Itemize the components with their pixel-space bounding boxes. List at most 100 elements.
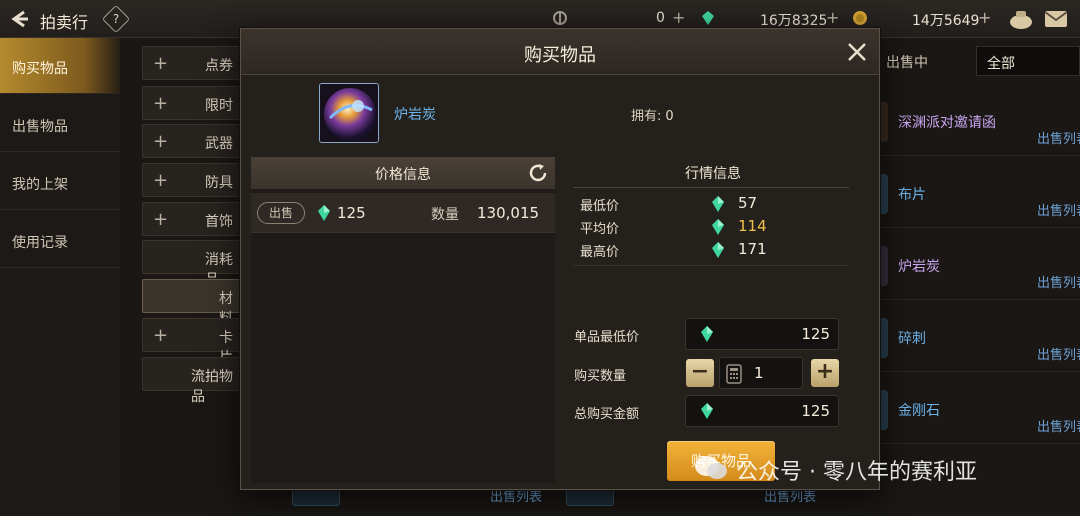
increase-quantity-button[interactable]: + (811, 359, 839, 387)
decrease-quantity-button[interactable]: − (686, 359, 714, 387)
sidebar: 购买物品 出售物品 我的上架 使用记录 (0, 38, 120, 516)
category-unsold[interactable]: 流拍物品 (142, 357, 246, 405)
quantity-input[interactable]: 1 (719, 357, 803, 389)
price-list-row[interactable]: 出售 125 数量 130,015 (251, 193, 555, 233)
sidebar-item-my-listings[interactable]: 我的上架 (0, 154, 120, 210)
sell-list-link[interactable]: 出售列表 (1037, 272, 1080, 291)
refresh-icon[interactable] (527, 162, 549, 184)
market-info-title: 行情信息 (685, 166, 741, 182)
coupon-icon (553, 11, 567, 25)
price-value: 125 (337, 204, 366, 222)
gem-icon (712, 196, 724, 212)
quantity-value: 1 (754, 364, 764, 382)
expand-icon: + (153, 53, 169, 74)
quantity-label: 数量 (431, 207, 459, 223)
avg-price-label: 平均价 (580, 222, 620, 237)
item-thumbnail (880, 174, 888, 214)
sell-list-link[interactable]: 出售列表 (1037, 128, 1080, 147)
expand-icon: + (153, 131, 169, 152)
list-item[interactable]: 炉岩炭 出售列表 (880, 236, 1080, 300)
max-price-label: 最高价 (580, 245, 620, 260)
selling-header[interactable]: 出售中 (886, 52, 928, 72)
avg-price-value: 114 (738, 217, 767, 235)
quantity-value: 130,015 (477, 204, 540, 222)
calculator-icon[interactable] (726, 364, 742, 384)
gem-icon (702, 11, 714, 25)
unit-min-price-value: 125 (801, 325, 830, 343)
expand-icon: + (153, 93, 169, 114)
item-thumbnail (880, 102, 888, 142)
divider (573, 187, 849, 188)
help-icon[interactable]: ? (101, 4, 131, 34)
sidebar-item-sell[interactable]: 出售物品 (0, 96, 120, 152)
mail-icon[interactable] (1044, 10, 1068, 28)
gem-icon (712, 242, 724, 258)
owned-count: 拥有: 0 (631, 109, 674, 124)
item-name: 布片 (898, 187, 926, 203)
category-coupon[interactable]: + 点券 (142, 46, 246, 80)
add-gem-button[interactable]: + (826, 8, 839, 27)
gem-icon (701, 326, 713, 342)
min-price-value: 57 (738, 194, 758, 212)
sell-tag: 出售 (257, 202, 305, 224)
sell-list-link[interactable]: 出售列表 (1037, 416, 1080, 435)
total-amount-label: 总购买金额 (574, 407, 640, 422)
item-name: 炉岩炭 (898, 259, 940, 275)
list-item[interactable]: 金刚石 出售列表 (880, 380, 1080, 444)
dialog-title: 购买物品 (524, 45, 596, 66)
page-title: 拍卖行 (40, 13, 89, 32)
close-icon[interactable] (845, 40, 869, 64)
gem-icon (318, 205, 330, 221)
currency-coupon-value: 0 (656, 10, 665, 26)
buy-item-dialog: 购买物品 炉岩炭 拥有: 0 价格信息 出售 125 数量 130,015 行情… (240, 28, 880, 490)
add-gold-button[interactable]: + (978, 8, 991, 27)
back-arrow-icon[interactable] (8, 8, 30, 30)
item-name: 炉岩炭 (394, 107, 436, 123)
sidebar-item-buy[interactable]: 购买物品 (0, 38, 120, 94)
item-name: 金刚石 (898, 403, 940, 419)
category-limited[interactable]: + 限时 (142, 86, 246, 120)
item-thumbnail (880, 390, 888, 430)
price-info-header: 价格信息 (251, 157, 555, 189)
sell-list-link[interactable]: 出售列表 (1037, 344, 1080, 363)
list-item[interactable]: 深渊派对邀请函 出售列表 (880, 92, 1080, 156)
list-item[interactable]: 布片 出售列表 (880, 164, 1080, 228)
category-material[interactable]: 材料 (142, 279, 246, 327)
filter-select[interactable]: 全部 (976, 46, 1080, 76)
category-armor[interactable]: + 防具 (142, 163, 246, 197)
total-amount-value: 125 (801, 402, 830, 420)
item-name: 碎刺 (898, 331, 926, 347)
sell-list-link[interactable]: 出售列表 (1037, 200, 1080, 219)
max-price-value: 171 (738, 240, 767, 258)
expand-icon: + (153, 325, 169, 346)
sidebar-item-records[interactable]: 使用记录 (0, 212, 120, 268)
item-icon (319, 83, 379, 143)
category-weapon[interactable]: + 武器 (142, 124, 246, 158)
divider (573, 265, 849, 266)
expand-icon: + (153, 209, 169, 230)
watermark: 公众号 · 零八年的赛利亚 (694, 450, 1074, 490)
category-consumable[interactable]: 消耗品 (142, 240, 246, 288)
total-amount-field: 125 (685, 395, 839, 427)
bag-icon[interactable] (1008, 8, 1034, 30)
min-price-label: 最低价 (580, 199, 620, 214)
buy-quantity-label: 购买数量 (574, 369, 627, 384)
gold-coin-icon (853, 11, 867, 25)
list-item[interactable]: 碎刺 出售列表 (880, 308, 1080, 372)
gem-icon (712, 219, 724, 235)
unit-min-price-field: 125 (685, 318, 839, 350)
item-name: 深渊派对邀请函 (898, 115, 996, 131)
item-thumbnail (880, 318, 888, 358)
expand-icon: + (153, 170, 169, 191)
add-coupon-button[interactable]: + (672, 8, 685, 27)
wechat-icon (695, 456, 727, 479)
item-thumbnail (880, 246, 888, 286)
gem-icon (701, 403, 713, 419)
price-info-panel: 价格信息 出售 125 数量 130,015 (251, 157, 555, 483)
category-card[interactable]: +卡片 (142, 318, 246, 366)
category-accessory[interactable]: + 首饰 (142, 202, 246, 236)
dialog-header: 购买物品 (241, 29, 879, 75)
currency-gold-value: 14万5649 (912, 13, 980, 29)
currency-gem-value: 16万8325 (760, 13, 828, 29)
unit-min-price-label: 单品最低价 (574, 330, 640, 345)
